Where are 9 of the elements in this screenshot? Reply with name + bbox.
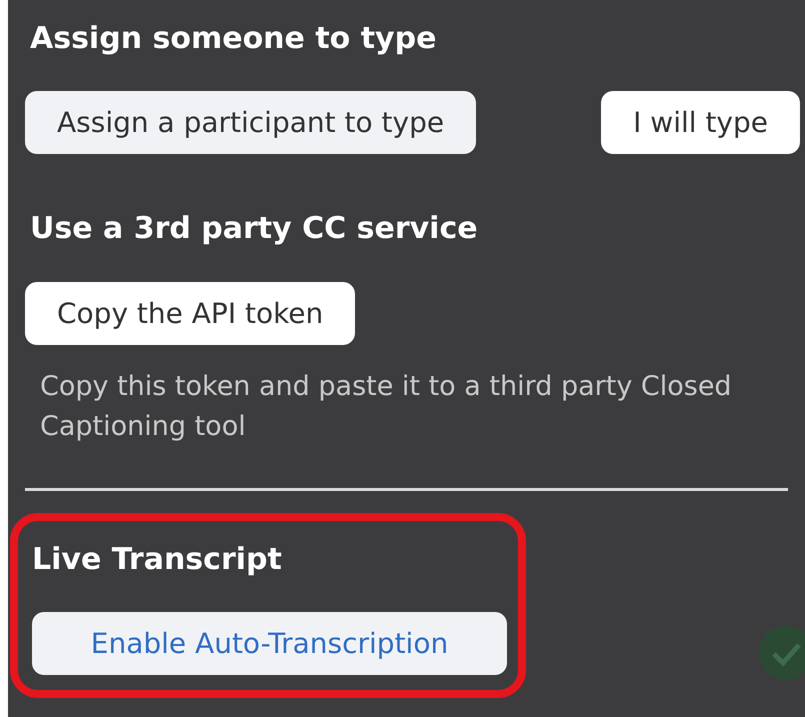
action-button[interactable]: I will type [601,91,800,154]
section-heading: Assign someone to type [30,24,438,54]
check-icon [759,626,805,680]
section-heading: Use a 3rd party CC service [30,214,479,244]
section-heading: Live Transcript [32,545,283,575]
action-button[interactable]: Assign a participant to type [25,91,476,154]
action-button[interactable]: Enable Auto-Transcription [32,612,507,675]
action-button[interactable]: Copy the API token [25,282,356,345]
token-description: Copy this token and paste it to a third party Closed Captioning tool [39,370,733,444]
